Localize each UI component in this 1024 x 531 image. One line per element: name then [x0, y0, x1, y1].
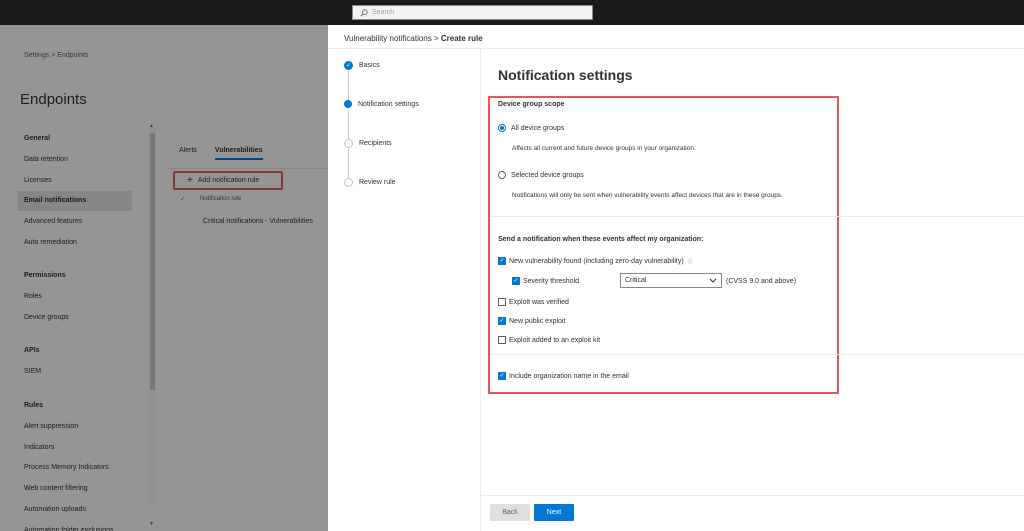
severity-selected-value: Critical [625, 277, 647, 284]
step-connector [348, 71, 349, 100]
breadcrumb-parent[interactable]: Vulnerability notifications [344, 34, 432, 43]
breadcrumb-separator: > [433, 34, 439, 43]
checkbox-label: Severity threshold [523, 277, 580, 285]
step-pending-icon [344, 139, 353, 148]
radio-unselected-icon [498, 171, 506, 179]
step-complete-icon: ✓ [344, 61, 353, 70]
search-input[interactable]: Search [352, 5, 593, 20]
step-connector [348, 149, 349, 179]
checkbox-label: Exploit was verified [509, 298, 569, 306]
back-button[interactable]: Back [490, 504, 530, 521]
checkbox-label: New vulnerability found (including zero-… [509, 257, 684, 265]
section-divider [490, 354, 1024, 355]
device-group-scope-title: Device group scope [498, 101, 565, 108]
all-device-groups-description: Affects all current and future device gr… [512, 145, 696, 152]
info-icon[interactable]: ⓘ [688, 258, 693, 265]
step-pending-icon [344, 178, 353, 187]
section-divider [490, 216, 1024, 217]
modal-overlay [0, 25, 328, 531]
checkbox-new-public-exploit[interactable]: ✓ New public exploit [498, 317, 565, 325]
step-review-rule[interactable]: Review rule [344, 178, 396, 187]
checkbox-checked-icon: ✓ [512, 277, 520, 285]
step-current-icon [344, 100, 352, 108]
step-label: Review rule [359, 179, 396, 186]
radio-label: All device groups [511, 124, 565, 132]
search-icon [360, 8, 368, 16]
panel-breadcrumb: Vulnerability notifications > Create rul… [344, 34, 483, 43]
highlight-box [488, 96, 839, 394]
events-title: Send a notification when these events af… [498, 236, 704, 243]
breadcrumb-current: Create rule [440, 34, 483, 43]
step-label: Recipients [359, 140, 392, 147]
step-connector [348, 110, 349, 140]
radio-label: Selected device groups [511, 171, 584, 179]
step-label: Notification settings [358, 100, 419, 108]
step-basics[interactable]: ✓ Basics [344, 61, 380, 70]
checkbox-exploit-verified[interactable]: Exploit was verified [498, 298, 569, 306]
checkbox-include-org-name[interactable]: ✓ Include organization name in the email [498, 372, 629, 380]
checkbox-unchecked-icon [498, 336, 506, 344]
selected-device-groups-description: Notifications will only be sent when vul… [512, 192, 783, 199]
chevron-down-icon [709, 278, 717, 283]
checkbox-checked-icon: ✓ [498, 257, 506, 265]
search-placeholder: Search [372, 9, 395, 16]
checkbox-checked-icon: ✓ [498, 372, 506, 380]
footer-divider [481, 495, 1024, 496]
checkbox-unchecked-icon [498, 298, 506, 306]
checkbox-new-vulnerability[interactable]: ✓ New vulnerability found (including zer… [498, 257, 693, 265]
radio-selected-icon [498, 124, 506, 132]
steps-divider [480, 49, 481, 531]
step-label: Basics [359, 62, 380, 69]
panel-header-divider [328, 48, 1024, 49]
severity-dropdown[interactable]: Critical [620, 273, 722, 288]
create-rule-panel: Vulnerability notifications > Create rul… [328, 25, 1024, 531]
radio-all-device-groups[interactable]: All device groups [498, 124, 564, 132]
checkbox-label: Include organization name in the email [509, 372, 629, 380]
top-bar: Search [0, 0, 1024, 25]
checkbox-checked-icon: ✓ [498, 317, 506, 325]
cvss-note: (CVSS 9.0 and above) [726, 278, 797, 285]
checkbox-label: New public exploit [509, 317, 566, 325]
checkbox-label: Exploit added to an exploit kit [509, 336, 601, 344]
next-button[interactable]: Next [534, 504, 574, 521]
step-notification-settings[interactable]: Notification settings [344, 100, 419, 108]
radio-selected-device-groups[interactable]: Selected device groups [498, 171, 584, 179]
panel-title: Notification settings [498, 67, 633, 83]
checkbox-severity-threshold[interactable]: ✓ Severity threshold [512, 277, 579, 285]
step-recipients[interactable]: Recipients [344, 139, 392, 148]
checkbox-exploit-kit[interactable]: Exploit added to an exploit kit [498, 336, 600, 344]
